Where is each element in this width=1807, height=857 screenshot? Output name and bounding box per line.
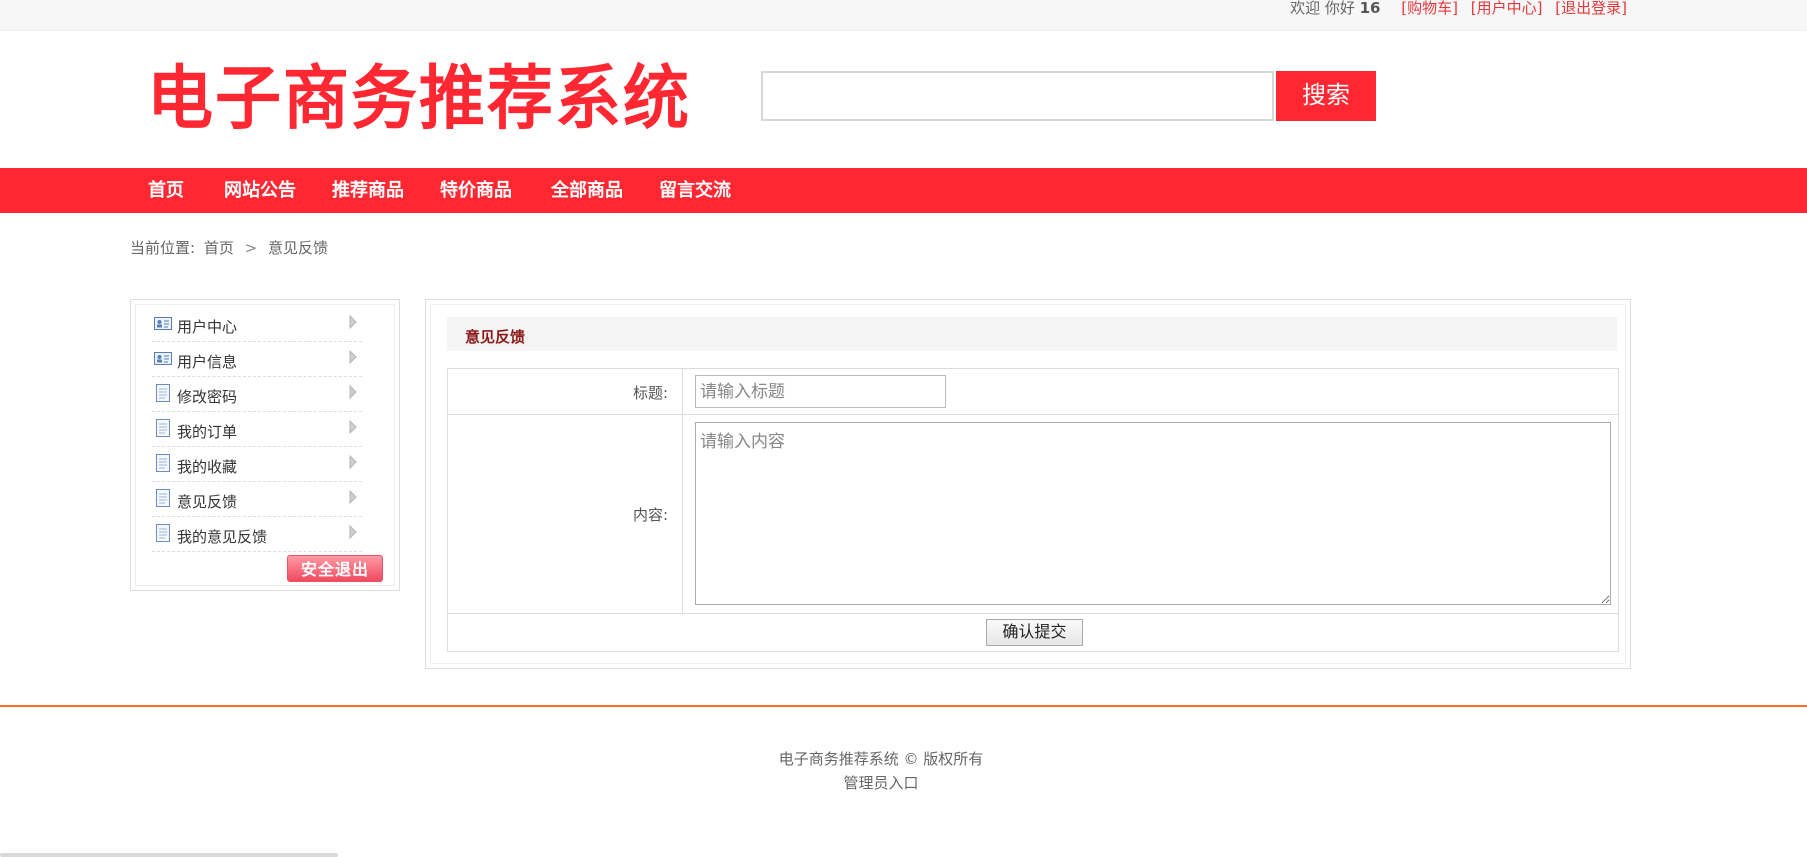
admin-entry-link[interactable]: 管理员入口 [843, 774, 918, 792]
site-logo[interactable]: 电子商务推荐系统 [147, 57, 691, 141]
feedback-form: 标题: 内容: 确认提交 [447, 368, 1619, 652]
chevron-right-icon [348, 489, 358, 505]
form-row-content: 内容: [448, 415, 1618, 614]
panel-frame: 意见反馈 标题: 内容: 确认提交 [430, 304, 1626, 664]
chevron-right-icon [348, 419, 358, 435]
welcome-text: 欢迎 你好 [1290, 0, 1355, 17]
breadcrumb-prefix: 当前位置: [130, 239, 196, 257]
nav-item-all-products[interactable]: 全部商品 [551, 168, 623, 213]
chevron-right-icon [348, 349, 358, 365]
horizontal-scrollbar[interactable] [0, 853, 338, 857]
breadcrumb-current: 意见反馈 [268, 239, 329, 257]
content-label: 内容: [632, 506, 668, 524]
id-card-icon [154, 349, 172, 368]
sidebar-item-my-favorites[interactable]: 我的收藏 [152, 447, 362, 482]
form-row-title: 标题: [448, 369, 1618, 415]
chevron-right-icon [348, 384, 358, 400]
footer-divider [0, 705, 1807, 707]
cart-link[interactable]: [购物车] [1401, 0, 1458, 17]
breadcrumb-separator: > [244, 239, 258, 257]
safe-logout-button[interactable]: 安全退出 [287, 555, 383, 582]
document-icon [154, 384, 172, 403]
sidebar-item-label: 我的订单 [177, 423, 238, 441]
sidebar-item-my-feedback[interactable]: 我的意见反馈 [152, 517, 362, 552]
feedback-panel: 意见反馈 标题: 内容: 确认提交 [425, 299, 1631, 669]
user-center-link[interactable]: [用户中心] [1471, 0, 1543, 17]
document-icon [154, 454, 172, 473]
header: 电子商务推荐系统 搜索 [0, 31, 1807, 168]
chevron-right-icon [348, 314, 358, 330]
sidebar-item-label: 用户信息 [177, 353, 238, 371]
label-cell: 标题: [448, 369, 683, 414]
nav-item-messages[interactable]: 留言交流 [659, 168, 731, 213]
footer-copyright: 电子商务推荐系统 © 版权所有 [778, 750, 984, 768]
main-nav: 首页 网站公告 推荐商品 特价商品 全部商品 留言交流 [0, 168, 1807, 213]
sidebar-item-my-orders[interactable]: 我的订单 [152, 412, 362, 447]
logout-link[interactable]: [退出登录] [1555, 0, 1627, 17]
chevron-right-icon [348, 524, 358, 540]
nav-item-announcements[interactable]: 网站公告 [224, 168, 296, 213]
nav-item-home[interactable]: 首页 [148, 168, 184, 213]
panel-title: 意见反馈 [465, 328, 526, 346]
nav-item-specials[interactable]: 特价商品 [440, 168, 512, 213]
user-sidebar: 用户中心 用户信息 修改密码 我的订单 我的收藏 意见反馈 我的意见反馈 安全退… [130, 299, 400, 591]
footer-admin: 管理员入口 [0, 772, 1762, 793]
document-icon [154, 524, 172, 543]
sidebar-item-label: 意见反馈 [177, 493, 238, 511]
nav-item-recommended[interactable]: 推荐商品 [332, 168, 404, 213]
sidebar-item-user-center[interactable]: 用户中心 [152, 307, 362, 342]
search-input[interactable] [761, 71, 1274, 121]
document-icon [154, 489, 172, 508]
id-card-icon [154, 314, 172, 333]
sidebar-frame: 用户中心 用户信息 修改密码 我的订单 我的收藏 意见反馈 我的意见反馈 安全退… [135, 304, 395, 586]
sidebar-item-feedback[interactable]: 意见反馈 [152, 482, 362, 517]
username: 16 [1359, 0, 1381, 17]
breadcrumb-home[interactable]: 首页 [204, 239, 234, 257]
title-input[interactable] [695, 375, 946, 408]
document-icon [154, 419, 172, 438]
user-links: 欢迎 你好 16 [购物车] [用户中心] [退出登录] [1290, 0, 1627, 16]
label-cell: 内容: [448, 415, 683, 613]
breadcrumb: 当前位置: 首页 > 意见反馈 [130, 237, 328, 258]
chevron-right-icon [348, 454, 358, 470]
content-textarea[interactable] [695, 422, 1611, 605]
sidebar-item-label: 我的意见反馈 [177, 528, 268, 546]
sidebar-item-label: 修改密码 [177, 388, 238, 406]
top-bar: 欢迎 你好 16 [购物车] [用户中心] [退出登录] [0, 0, 1807, 31]
sidebar-item-change-password[interactable]: 修改密码 [152, 377, 362, 412]
title-label: 标题: [632, 384, 668, 402]
panel-header: 意见反馈 [447, 317, 1617, 351]
sidebar-item-label: 我的收藏 [177, 458, 238, 476]
submit-button[interactable]: 确认提交 [986, 619, 1083, 646]
form-row-submit: 确认提交 [448, 614, 1618, 652]
search-button[interactable]: 搜索 [1276, 71, 1376, 121]
sidebar-item-user-info[interactable]: 用户信息 [152, 342, 362, 377]
sidebar-item-label: 用户中心 [177, 318, 238, 336]
